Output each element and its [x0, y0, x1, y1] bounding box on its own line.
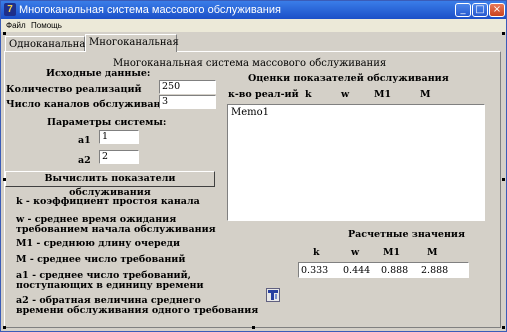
- estimates-col-m1: M1: [374, 89, 392, 100]
- estimates-col-w: w: [341, 89, 350, 100]
- resize-handle[interactable]: [502, 326, 505, 329]
- legend-m1: M1 - среднюю длину очереди: [16, 238, 181, 249]
- tool-icon[interactable]: [266, 288, 280, 302]
- legend-a2-line2: времени обслуживания одного требования: [16, 305, 259, 316]
- resize-handle[interactable]: [3, 178, 6, 181]
- tool-icon-glyph: [268, 290, 278, 300]
- resize-handle[interactable]: [502, 32, 505, 35]
- calculated-col-m1: M1: [383, 247, 401, 258]
- legend-m: M - среднее число требований: [16, 254, 186, 265]
- calculated-w-value: 0.444: [343, 265, 371, 276]
- resize-handle[interactable]: [502, 178, 505, 181]
- estimates-col-realizations: к-во реал-ий: [228, 89, 299, 100]
- legend-a1-line2: поступающих в единицу времени: [16, 280, 204, 291]
- inputs-section-title: Исходные данные:: [46, 68, 151, 79]
- channels-input[interactable]: 3: [159, 95, 216, 109]
- estimates-col-m: M: [420, 89, 431, 100]
- calculated-col-m: M: [427, 247, 438, 258]
- calculated-m-value: 2.888: [421, 265, 449, 276]
- window-title: Многоканальная система массового обслужи…: [19, 4, 281, 16]
- tab-single-channel[interactable]: Одноканальная: [5, 36, 92, 51]
- resize-handle[interactable]: [3, 32, 6, 35]
- page-heading: Многоканальная система массового обслужи…: [113, 58, 387, 69]
- calculated-col-k: k: [313, 247, 320, 258]
- main-window: 7 Многоканальная система массового обслу…: [0, 0, 507, 332]
- resize-handle[interactable]: [252, 326, 255, 329]
- estimates-title: Оценки показателей обслуживания: [248, 73, 449, 84]
- calculated-k-value: 0.333: [301, 265, 329, 276]
- menu-file[interactable]: Файл: [6, 21, 26, 30]
- params-section-title: Параметры системы:: [47, 117, 167, 128]
- resize-handle[interactable]: [3, 326, 6, 329]
- app-icon: 7: [4, 3, 16, 16]
- a2-input[interactable]: 2: [99, 150, 139, 164]
- calculated-col-w: w: [351, 247, 360, 258]
- estimates-col-k: k: [305, 89, 312, 100]
- estimates-memo[interactable]: Memo1: [227, 104, 485, 221]
- legend-k: k - коэффициент простоя канала: [16, 196, 200, 207]
- a1-input[interactable]: 1: [99, 130, 139, 144]
- calculated-m1-value: 0.888: [381, 265, 409, 276]
- menu-help[interactable]: Помощь: [31, 21, 62, 30]
- tab-multi-channel[interactable]: Многоканальная: [85, 34, 179, 52]
- close-button[interactable]: ×: [489, 3, 505, 17]
- compute-button[interactable]: Вычислить показатели обслуживания: [5, 171, 215, 198]
- channels-label: Число каналов обслуживания: [6, 99, 175, 110]
- realizations-input[interactable]: 250: [159, 80, 216, 94]
- legend-w-line2: требованием начала обслуживания: [16, 224, 216, 235]
- title-bar[interactable]: 7 Многоканальная система массового обслу…: [1, 1, 506, 19]
- minimize-button[interactable]: _: [455, 3, 471, 17]
- menu-bar: Файл Помощь: [1, 19, 506, 32]
- a2-label: a2: [78, 155, 91, 166]
- maximize-button[interactable]: □: [472, 3, 488, 17]
- a1-label: a1: [78, 135, 91, 146]
- calculated-title: Расчетные значения: [348, 229, 465, 240]
- realizations-label: Количество реализаций: [6, 84, 142, 95]
